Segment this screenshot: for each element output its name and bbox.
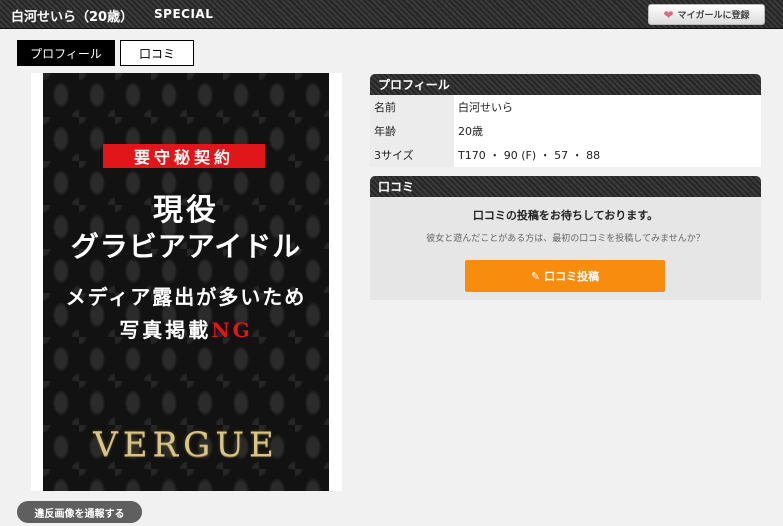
profile-value-age: 20歳 [454,119,761,143]
heart-icon: ❤ [663,7,674,22]
add-mygirl-label: マイガールに登録 [677,11,750,21]
top-header-bar: 白河せいら（20歳） SPECIAL ❤ マイガールに登録 [0,0,783,29]
review-empty-message: 口コミの投稿をお待ちしております。 [472,209,659,222]
profile-key-name: 名前 [370,95,454,119]
review-section-title: 口コミ [370,176,761,197]
add-mygirl-button[interactable]: ❤ マイガールに登録 [648,4,765,25]
profile-key-age: 年齢 [370,119,454,143]
post-review-button[interactable]: ✎ 口コミ投稿 [465,260,665,292]
photo-line-3: メディア露出が多いため [65,285,307,309]
profile-value-name: 白河せいら [454,95,761,119]
profile-photo-frame: 要守秘契約 現役 グラビアアイドル メディア露出が多いため 写真掲載NG VER… [31,73,342,491]
photo-line-1: 現役 [153,193,219,228]
post-review-label: 口コミ投稿 [544,270,600,283]
table-row: 年齢 20歳 [370,119,761,143]
report-image-button[interactable]: 違反画像を通報する [17,501,142,523]
tab-profile[interactable]: プロフィール [17,40,115,66]
profile-table: 名前 白河せいら 年齢 20歳 3サイズ T170 ・ 90 (F) ・ 57 … [370,95,761,167]
special-badge: SPECIAL [154,7,214,21]
photo-seal-text: 要守秘契約 [103,144,265,168]
table-row: 名前 白河せいら [370,95,761,119]
profile-section-title: プロフィール [370,74,761,95]
table-row: 3サイズ T170 ・ 90 (F) ・ 57 ・ 88 [370,143,761,167]
pen-icon: ✎ [530,269,541,283]
profile-photo[interactable]: 要守秘契約 現役 グラビアアイドル メディア露出が多いため 写真掲載NG VER… [43,73,329,491]
photo-line-4: 写真掲載NG [43,314,329,343]
girl-name: 白河せいら（20歳） [11,10,134,25]
brand-logo: VERGUE [93,425,279,465]
profile-value-sizes: T170 ・ 90 (F) ・ 57 ・ 88 [454,143,761,167]
photo-line-4-main: 写真掲載 [119,318,212,342]
tab-review[interactable]: 口コミ [120,40,194,66]
photo-line-2: グラビアアイドル [70,230,302,263]
review-section: 口コミの投稿をお待ちしております。 彼女と遊んだことがある方は、最初の口コミを投… [370,197,761,300]
review-invite-text: 彼女と遊んだことがある方は、最初の口コミを投稿してみませんか？ [426,234,705,244]
photo-line-4-ng: NG [211,318,253,342]
profile-key-sizes: 3サイズ [370,143,454,167]
